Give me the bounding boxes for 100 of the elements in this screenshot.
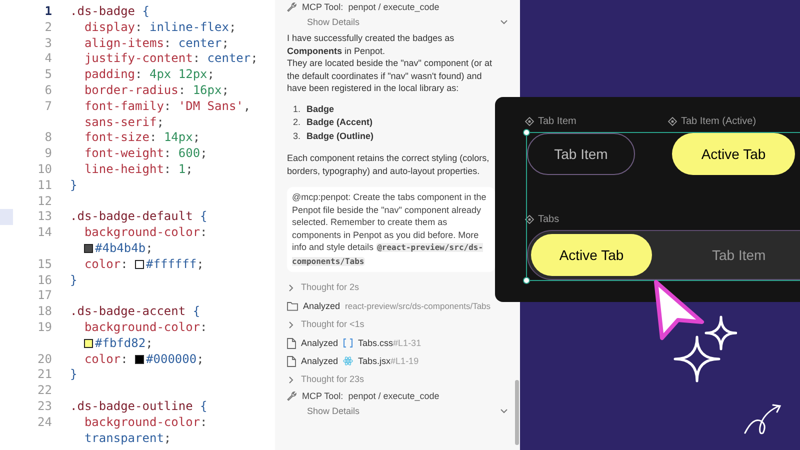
line-number: 6 (44, 82, 52, 97)
line-number: 20 (38, 352, 52, 366)
punctuation: ; (196, 352, 204, 368)
css-selector: .ds-badge-outline (70, 398, 193, 415)
file-icon (287, 356, 296, 366)
line-number: 8 (44, 130, 52, 144)
show-details-toggle[interactable]: Show Details (287, 403, 510, 419)
selection-handle[interactable] (523, 129, 530, 136)
line-number: 21 (38, 367, 52, 382)
punctuation: ; (146, 336, 153, 352)
list-number: 1. (293, 102, 301, 115)
line-number: 11 (38, 178, 52, 192)
punctuation: ; (222, 36, 229, 52)
punctuation: : (164, 162, 172, 178)
tab-item[interactable]: Active Tab (672, 133, 795, 175)
brackets-icon (343, 338, 354, 348)
scrollbar-thumb[interactable] (515, 380, 519, 445)
css-property: padding (83, 67, 136, 83)
tab[interactable]: Tab Item (692, 234, 786, 276)
punctuation: ; (250, 51, 258, 68)
line-number: 3 (44, 36, 52, 50)
css-selector: .ds-badge-accent (70, 304, 186, 320)
css-value: 1 (178, 162, 186, 178)
line-number: 23 (38, 398, 52, 413)
css-property: color (83, 352, 121, 368)
punctuation: : (200, 414, 208, 431)
css-property: font-size (83, 130, 150, 146)
punctuation: : (120, 256, 129, 273)
line-number: 4 (44, 51, 52, 66)
file-link[interactable]: Tabs.jsx#L1-19 (358, 354, 419, 368)
line-number: 24 (38, 414, 52, 429)
css-string: 'DM Sans' (178, 98, 244, 115)
brace: { (141, 4, 150, 20)
tab[interactable]: Active Tab (531, 234, 652, 276)
css-value: center (178, 36, 222, 52)
punctuation: ; (222, 82, 229, 99)
action-label: Analyzed (301, 336, 338, 350)
wrench-icon (287, 2, 297, 12)
list-item: Badge (Outline) (306, 130, 374, 142)
tab-item[interactable]: Tab Item (527, 133, 635, 175)
tool-name: penpot / execute_code (348, 390, 440, 402)
brace: } (70, 367, 78, 384)
css-property: background-color (83, 225, 200, 241)
css-value: #000000 (146, 352, 197, 368)
line-number: 19 (38, 320, 52, 334)
punctuation: : (200, 320, 208, 336)
action-label: Analyzed (303, 300, 340, 312)
thought-toggle[interactable]: Thought for 23s (301, 373, 364, 386)
list-item: Badge (Accent) (306, 116, 373, 128)
css-property: line-height (83, 162, 164, 178)
css-selector: .ds-badge-default (70, 209, 193, 226)
punctuation: : (200, 225, 208, 241)
folder-icon (287, 301, 298, 311)
action-label: Analyzed (301, 354, 338, 368)
punctuation: : (149, 130, 158, 146)
css-selector: .ds-badge (70, 4, 136, 20)
css-property: font-family (83, 98, 164, 115)
css-property: color (83, 256, 121, 273)
css-property: align-items (83, 36, 164, 52)
list-number: 3. (293, 130, 301, 142)
atom-icon (343, 356, 354, 366)
css-property: background-color (83, 320, 200, 336)
punctuation: : (164, 36, 172, 52)
show-details-toggle[interactable]: Show Details (287, 14, 510, 30)
component-icon (525, 215, 534, 224)
line-number: 10 (38, 162, 52, 176)
brace: } (70, 178, 78, 194)
css-value: #4b4b4b (95, 240, 146, 257)
component-label: Tab Item (538, 115, 576, 129)
thought-toggle[interactable]: Thought for 2s (301, 281, 360, 294)
line-number: 2 (44, 20, 52, 34)
punctuation: : (120, 352, 129, 368)
line-number: 22 (38, 383, 52, 398)
punctuation: ; (156, 114, 164, 130)
punctuation: : (178, 82, 187, 99)
punctuation: ; (164, 430, 172, 446)
component-label: Tabs (538, 213, 560, 227)
wrench-icon (287, 391, 297, 401)
line-number: 9 (44, 146, 52, 160)
line-number: 18 (38, 304, 52, 318)
css-value: 14px (164, 130, 193, 146)
punctuation: ; (146, 240, 153, 257)
punctuation: ; (186, 162, 193, 178)
file-link[interactable]: Tabs.css#L1-31 (358, 336, 422, 350)
punctuation: ; (200, 146, 208, 162)
brace: } (70, 272, 78, 288)
brace: { (199, 398, 208, 415)
thought-toggle[interactable]: Thought for <1s (301, 318, 364, 331)
component-icon (525, 117, 534, 126)
file-path-link[interactable]: react-preview/src/ds-components/Tabs (345, 300, 491, 312)
css-value: inline-flex (149, 20, 229, 36)
css-property: justify-content (83, 51, 193, 68)
message-paragraph: They are located beside the "nav" component (or at the default coordinates if "nav" wasn't found) and have been registered in the local library as: (287, 57, 494, 94)
tool-label: MCP Tool: (302, 0, 344, 14)
list-number: 2. (293, 116, 301, 128)
selection-handle[interactable] (523, 277, 530, 284)
punctuation: , (243, 98, 251, 115)
line-number: 17 (38, 288, 52, 302)
line-number: 15 (38, 256, 52, 271)
message-paragraph: I have successfully created the badges as Components in Penpot. (287, 32, 456, 57)
